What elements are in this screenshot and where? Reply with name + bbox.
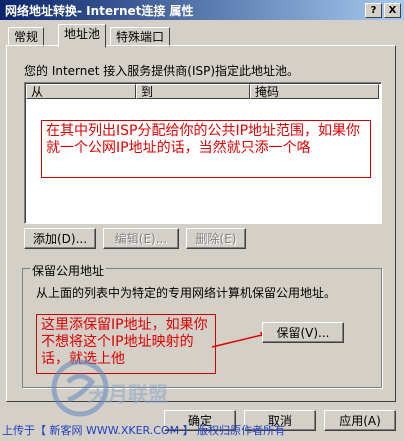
add-button[interactable]: 添加(D)... [24, 228, 96, 249]
column-header-from[interactable]: 从 [26, 84, 136, 99]
help-button[interactable]: ? [365, 3, 382, 18]
reserve-group-label: 保留公用地址 [30, 262, 107, 279]
reserve-button[interactable]: 保留(V)... [262, 322, 344, 343]
delete-button[interactable]: 删除(E) [186, 228, 246, 249]
footer-text: 上传于【 新客网 WWW.XKER.COM 】 版权归原作者所有 [2, 424, 286, 437]
pool-annotation: 在其中列出ISP分配给你的公共IP地址范围，如果你就一个公网IP地址的话，当然就… [41, 120, 371, 178]
watermark-logo-text: 天月联盟 [88, 382, 168, 406]
footer-bar: 上传于【 新客网 WWW.XKER.COM 】 版权归原作者所有 [0, 419, 404, 441]
title-bar: 网络地址转换- Internet连接 属性 ? X [0, 0, 404, 20]
pool-description: 您的 Internet 接入服务提供商(ISP)指定此地址池。 [24, 64, 300, 78]
tab-address-pool[interactable]: 地址池 [58, 24, 107, 48]
edit-button[interactable]: 编辑(E)... [103, 228, 179, 249]
tab-special-ports[interactable]: 特殊端口 [110, 27, 171, 47]
tab-general[interactable]: 常规 [8, 27, 45, 47]
column-header-mask[interactable]: 掩码 [250, 84, 379, 99]
close-button[interactable]: X [384, 3, 401, 18]
reserve-description: 从上面的列表中为特定的专用网络计算机保留公用地址。 [36, 286, 337, 300]
column-header-to[interactable]: 到 [136, 84, 250, 99]
window-title: 网络地址转换- Internet连接 属性 [5, 4, 194, 18]
